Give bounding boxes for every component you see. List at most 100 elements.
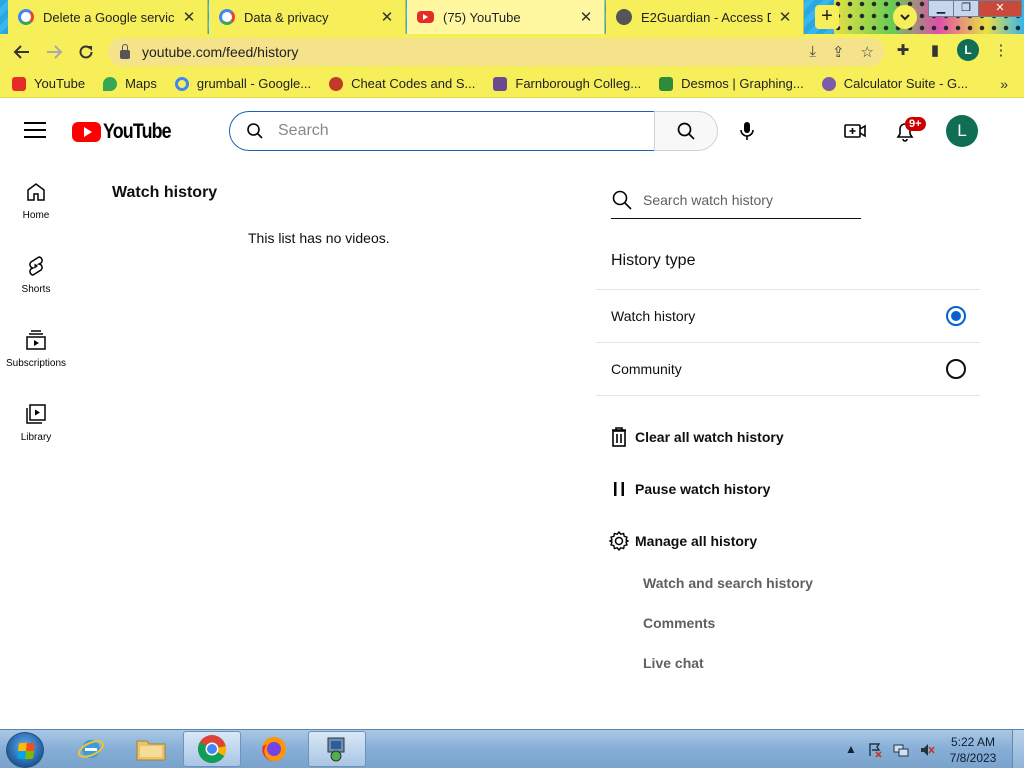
- watch-history-search-input[interactable]: [643, 191, 853, 208]
- extensions-icon[interactable]: ✚: [893, 41, 913, 59]
- lock-icon: [120, 43, 130, 59]
- tab-data-privacy[interactable]: Data & privacy ✕: [209, 0, 406, 34]
- url-text: youtube.com/feed/history: [142, 44, 299, 60]
- volume-muted-icon[interactable]: [919, 742, 935, 758]
- close-icon[interactable]: ✕: [578, 8, 594, 26]
- browser-profile-avatar[interactable]: L: [957, 39, 979, 61]
- college-icon: [493, 76, 508, 91]
- maps-icon: [103, 76, 118, 91]
- system-tray: ▲: [845, 742, 935, 758]
- new-tab-button[interactable]: +: [815, 5, 839, 29]
- bookmark-label: grumball - Google...: [196, 76, 312, 91]
- bookmark-farnborough[interactable]: Farnborough Colleg...: [493, 76, 641, 91]
- gear-icon: [608, 530, 630, 552]
- microphone-icon[interactable]: [735, 119, 759, 143]
- tab-title: E2Guardian - Access Den: [641, 9, 771, 25]
- start-button[interactable]: [6, 732, 44, 768]
- google-icon: [18, 9, 34, 25]
- forward-button[interactable]: [38, 36, 70, 68]
- maximize-button[interactable]: ❐: [953, 0, 979, 17]
- create-video-icon[interactable]: [843, 119, 867, 143]
- taskbar-chrome[interactable]: [183, 731, 241, 767]
- bookmark-label: Cheat Codes and S...: [351, 76, 476, 91]
- address-bar[interactable]: youtube.com/feed/history ⤓ ⇪ ☆: [108, 38, 884, 66]
- search-input[interactable]: [278, 122, 618, 140]
- tab-delete-google-service[interactable]: Delete a Google service ✕: [8, 0, 208, 34]
- search-box[interactable]: [229, 111, 655, 151]
- taskbar-clock[interactable]: 5:22 AM 7/8/2023: [942, 734, 1004, 766]
- shorts-icon: [29, 256, 43, 276]
- taskbar-installer[interactable]: [308, 731, 366, 767]
- back-button[interactable]: [6, 36, 38, 68]
- minimize-button[interactable]: ▁: [928, 0, 954, 17]
- guide-item-label: Library: [20, 432, 52, 443]
- firefox-icon: [262, 737, 286, 762]
- reload-button[interactable]: [70, 36, 102, 68]
- chrome-icon: [198, 735, 227, 763]
- side-panel-icon[interactable]: ▮: [925, 41, 945, 59]
- history-type-option-community[interactable]: Community: [611, 342, 966, 395]
- guide-item-shorts[interactable]: Shorts: [0, 244, 72, 318]
- more-bookmarks-button[interactable]: »: [1000, 76, 1008, 92]
- bookmark-calculator-suite[interactable]: Calculator Suite - G...: [821, 76, 968, 91]
- taskbar-firefox[interactable]: [245, 731, 303, 767]
- taskbar-internet-explorer[interactable]: [62, 731, 120, 767]
- install-icon[interactable]: ⤓: [809, 43, 816, 61]
- close-icon[interactable]: ✕: [379, 8, 395, 26]
- tab-title: Data & privacy: [244, 9, 329, 25]
- manage-all-history-button[interactable]: Manage all history: [607, 529, 757, 553]
- bookmark-maps[interactable]: Maps: [103, 76, 157, 91]
- link-comments[interactable]: Comments: [643, 615, 715, 631]
- windows-taskbar: ▲ 5:22 AM 7/8/2023: [0, 729, 1024, 768]
- tab-youtube[interactable]: (75) YouTube ✕: [407, 0, 605, 34]
- window-close-button[interactable]: ✕: [978, 0, 1022, 17]
- bookmark-youtube[interactable]: YouTube: [12, 76, 85, 91]
- tab-title: Delete a Google service: [43, 9, 175, 25]
- network-icon[interactable]: [893, 742, 909, 758]
- internet-explorer-icon: [77, 740, 105, 758]
- more-menu-icon[interactable]: ⋮: [991, 41, 1011, 59]
- tab-e2guardian[interactable]: E2Guardian - Access Den ✕: [606, 0, 804, 34]
- star-icon[interactable]: ☆: [861, 43, 874, 61]
- close-icon[interactable]: ✕: [181, 8, 197, 26]
- action-label: Manage all history: [635, 533, 758, 549]
- browser-toolbar: youtube.com/feed/history ⤓ ⇪ ☆ ✚ ▮ L ⋮: [0, 34, 1024, 70]
- taskbar-file-explorer[interactable]: [122, 731, 180, 767]
- search-button[interactable]: [654, 111, 718, 151]
- bookmark-cheat-codes[interactable]: Cheat Codes and S...: [329, 76, 475, 91]
- radio-selected[interactable]: [946, 305, 966, 326]
- close-icon[interactable]: ✕: [777, 8, 793, 26]
- show-desktop-button[interactable]: [1012, 730, 1024, 768]
- tab-strip: Delete a Google service ✕ Data & privacy…: [0, 0, 1024, 34]
- share-icon[interactable]: ⇪: [832, 43, 845, 61]
- show-hidden-icons-button[interactable]: ▲: [845, 742, 857, 758]
- search-icon: [677, 122, 695, 140]
- menu-icon[interactable]: [24, 122, 46, 138]
- bookmark-desmos[interactable]: Desmos | Graphing...: [659, 76, 804, 91]
- chevron-down-icon: [900, 14, 910, 21]
- guide-item-subscriptions[interactable]: Subscriptions: [0, 318, 72, 392]
- tab-search-button[interactable]: [893, 5, 917, 29]
- youtube-logo[interactable]: YouTube: [72, 120, 183, 144]
- bookmark-grumball[interactable]: grumball - Google...: [174, 76, 312, 91]
- radio-unselected[interactable]: [946, 358, 966, 379]
- action-center-icon[interactable]: [867, 742, 883, 758]
- watch-history-search[interactable]: [611, 181, 861, 219]
- youtube-icon: [417, 11, 434, 23]
- account-avatar[interactable]: L: [946, 115, 978, 147]
- arrow-right-icon: [47, 45, 63, 59]
- notification-badge: 9+: [905, 117, 926, 131]
- tab-title: (75) YouTube: [443, 9, 521, 25]
- library-icon: [26, 404, 46, 424]
- pause-history-button[interactable]: Pause watch history: [607, 477, 770, 501]
- logo-text: YouTube: [103, 120, 172, 143]
- link-live-chat[interactable]: Live chat: [643, 655, 704, 671]
- google-icon: [174, 76, 189, 91]
- desmos-icon: [659, 76, 674, 91]
- clear-all-history-button[interactable]: Clear all watch history: [607, 425, 784, 449]
- link-watch-and-search-history[interactable]: Watch and search history: [643, 575, 813, 591]
- guide-item-home[interactable]: Home: [0, 170, 72, 244]
- history-type-option-watch[interactable]: Watch history: [611, 289, 966, 342]
- guide-item-library[interactable]: Library: [0, 392, 72, 466]
- guide-item-label: Home: [22, 210, 50, 221]
